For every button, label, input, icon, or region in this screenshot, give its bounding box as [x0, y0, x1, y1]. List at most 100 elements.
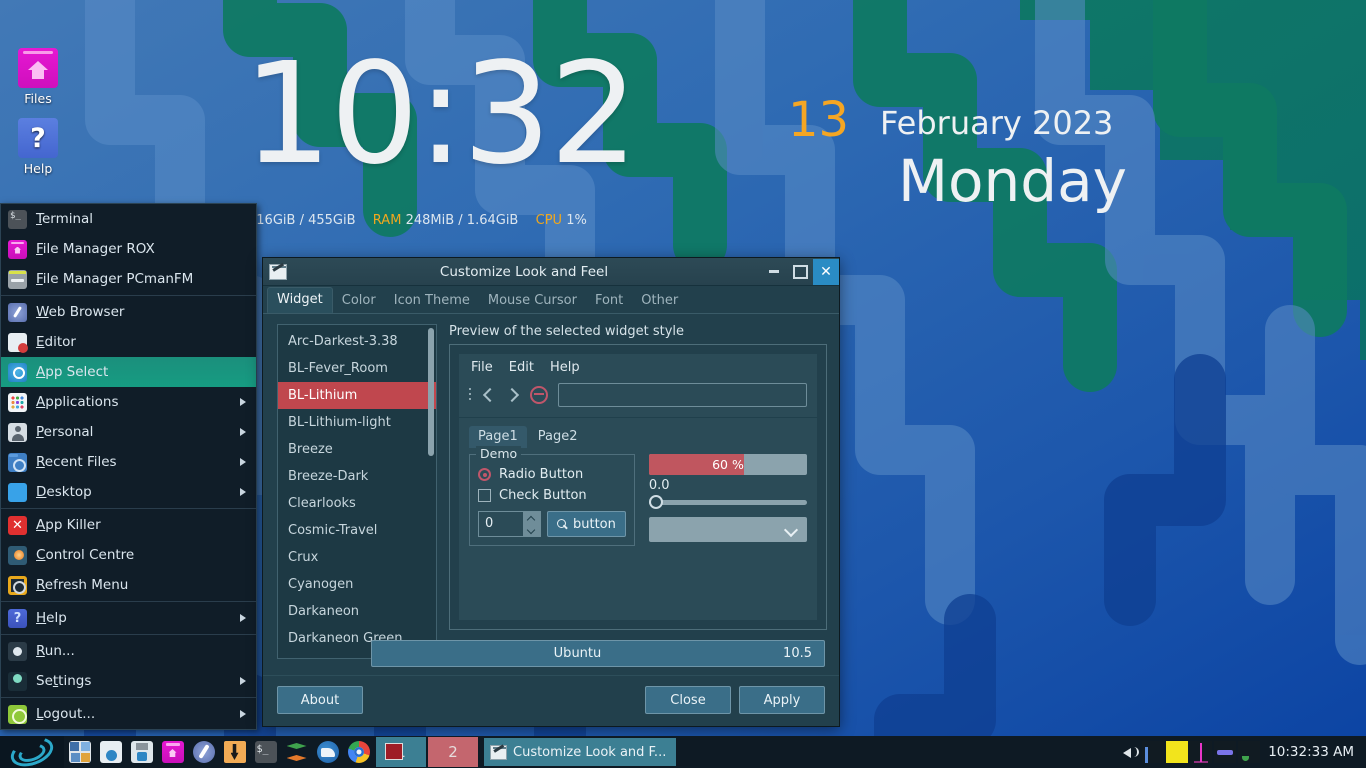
root-menu[interactable]: Terminal File Manager ROX File Manager PCm… — [0, 203, 257, 730]
apply-button[interactable]: Apply — [739, 686, 825, 714]
system-tray[interactable]: 10:32:33 AM — [1122, 741, 1366, 763]
taskbar[interactable]: 12 Customize Look and F... 10:32:33 AM — [0, 732, 1366, 768]
menu-item-run[interactable]: Run... — [1, 636, 256, 666]
software-launcher[interactable] — [95, 736, 126, 768]
default-font-button[interactable]: Ubuntu 10.5 — [370, 640, 825, 667]
theme-list-item[interactable]: BL-Lithium-light — [278, 409, 436, 436]
scale-knob[interactable] — [648, 495, 663, 509]
menu-item-terminal[interactable]: Terminal — [1, 204, 256, 234]
menu-item-app-killer[interactable]: App Killer — [1, 510, 256, 540]
theme-list-item[interactable]: Breeze-Dark — [278, 463, 436, 490]
menu-item-logout[interactable]: Logout... — [1, 699, 256, 729]
taskbar-clock[interactable]: 10:32:33 AM — [1262, 744, 1362, 760]
chrome-launcher[interactable] — [343, 736, 374, 768]
browser-launcher[interactable] — [188, 736, 219, 768]
desktop-icon-files[interactable]: Files — [4, 48, 72, 106]
desktop-icon-help[interactable]: ? Help — [4, 118, 72, 176]
customize-look-and-feel-dialog[interactable]: Customize Look and Feel ✕ Widget Color Ico… — [262, 257, 840, 727]
menu-item-settings[interactable]: Settings — [1, 666, 256, 696]
memory-monitor-icon[interactable] — [1166, 741, 1189, 763]
tab-mouse-cursor[interactable]: Mouse Cursor — [479, 289, 586, 313]
spinbox-steppers[interactable] — [523, 512, 540, 536]
demo-menubar[interactable]: File Edit Help — [459, 354, 817, 379]
stacks-launcher[interactable] — [281, 736, 312, 768]
theme-list-item[interactable]: Arc-Darkest-3.38 — [278, 328, 436, 355]
notebook-tab-page1[interactable]: Page1 — [469, 426, 527, 448]
demo-spinbox[interactable]: 0 — [478, 511, 541, 537]
menu-item-web-browser[interactable]: Web Browser — [1, 297, 256, 327]
theme-list-item[interactable]: BL-Fever_Room — [278, 355, 436, 382]
menu-item-file-manager-rox[interactable]: File Manager ROX — [1, 234, 256, 264]
menu-item-personal[interactable]: Personal — [1, 417, 256, 447]
theme-list-item[interactable]: Cosmic-Travel — [278, 517, 436, 544]
demo-toolbar[interactable] — [459, 379, 817, 418]
theme-list-item[interactable]: Cyanogen — [278, 571, 436, 598]
theme-list-item[interactable]: Crux — [278, 544, 436, 571]
menu-item-file-manager-pcmanfm[interactable]: File Manager PCmanFM — [1, 264, 256, 294]
workspace-2[interactable]: 2 — [428, 737, 478, 767]
disk-monitor-icon[interactable] — [1238, 741, 1261, 763]
menu-item-app-select[interactable]: App Select — [1, 357, 256, 387]
stop-icon[interactable] — [530, 386, 548, 404]
demo-text-entry[interactable] — [558, 383, 807, 407]
demo-radio-row[interactable]: Radio Button — [478, 467, 626, 482]
tab-color[interactable]: Color — [333, 289, 385, 313]
volume-icon[interactable] — [1122, 743, 1140, 761]
close-dialog-button[interactable]: Close — [645, 686, 731, 714]
close-button[interactable]: ✕ — [813, 258, 839, 285]
swap-monitor-icon[interactable] — [1214, 741, 1237, 763]
demo-combobox[interactable] — [648, 517, 807, 542]
task-button[interactable]: Customize Look and F... — [484, 738, 677, 766]
notebook-tab-page2[interactable]: Page2 — [529, 426, 587, 448]
demo-notebook-tabs[interactable]: Page1 Page2 — [469, 426, 807, 448]
tab-other[interactable]: Other — [632, 289, 687, 313]
menu-item-desktop[interactable]: Desktop — [1, 477, 256, 507]
theme-list-scrollbar[interactable] — [428, 328, 434, 456]
back-chevron-icon[interactable] — [482, 387, 496, 403]
main-menu-button[interactable] — [0, 732, 64, 768]
minimize-button[interactable] — [761, 259, 787, 285]
spinbox-value[interactable]: 0 — [479, 512, 523, 536]
menu-item-applications[interactable]: Applications — [1, 387, 256, 417]
demo-menu-edit[interactable]: Edit — [509, 360, 534, 375]
rox-launcher[interactable] — [157, 736, 188, 768]
net-monitor-icon[interactable] — [1190, 741, 1213, 763]
theme-list-item[interactable]: Darkaneon — [278, 598, 436, 625]
check-button-icon[interactable] — [478, 489, 491, 502]
theme-list-items[interactable]: Arc-Darkest-3.38 BL-Fever_Room BL-Lithium B… — [278, 325, 436, 658]
radio-button-icon[interactable] — [478, 468, 491, 481]
menu-item-help[interactable]: Help — [1, 603, 256, 633]
theme-list-item[interactable]: Clearlooks — [278, 490, 436, 517]
tab-widget[interactable]: Widget — [267, 287, 333, 313]
terminal-launcher[interactable] — [250, 736, 281, 768]
usb-launcher[interactable] — [126, 736, 157, 768]
dialog-titlebar[interactable]: Customize Look and Feel ✕ — [263, 258, 839, 286]
launcher-bar[interactable] — [64, 736, 374, 768]
demo-scale[interactable] — [648, 494, 807, 510]
download-launcher[interactable] — [219, 736, 250, 768]
pcmanfm-launcher[interactable] — [64, 736, 95, 768]
menu-item-refresh-menu[interactable]: Refresh Menu — [1, 570, 256, 600]
workspace-1[interactable]: 1 — [376, 737, 426, 767]
forward-chevron-icon[interactable] — [506, 387, 520, 403]
tab-font[interactable]: Font — [586, 289, 632, 313]
demo-menu-file[interactable]: File — [471, 360, 493, 375]
theme-list-item[interactable]: BL-Lithium — [278, 382, 436, 409]
workspace-pager[interactable]: 12 — [374, 737, 478, 767]
menu-item-recent-files[interactable]: Recent Files — [1, 447, 256, 477]
maximize-button[interactable] — [787, 259, 813, 285]
cpu-monitor-icon[interactable] — [1142, 741, 1165, 763]
widget-theme-list[interactable]: Arc-Darkest-3.38 BL-Fever_Room BL-Lithium B… — [277, 324, 437, 659]
mail-launcher[interactable] — [312, 736, 343, 768]
menu-item-editor[interactable]: Editor — [1, 327, 256, 357]
menu-item-control-centre[interactable]: Control Centre — [1, 540, 256, 570]
demo-menu-help[interactable]: Help — [550, 360, 580, 375]
demo-check-row[interactable]: Check Button — [478, 488, 626, 503]
tab-icon-theme[interactable]: Icon Theme — [385, 289, 479, 313]
theme-list-item[interactable]: Breeze — [278, 436, 436, 463]
about-button[interactable]: About — [277, 686, 363, 714]
dialog-tabbar[interactable]: Widget Color Icon Theme Mouse Cursor Font Oth… — [263, 286, 839, 314]
grip-handle-icon[interactable] — [469, 387, 472, 403]
demo-button[interactable]: button — [547, 511, 626, 537]
task-list[interactable]: Customize Look and F... — [478, 738, 1122, 766]
